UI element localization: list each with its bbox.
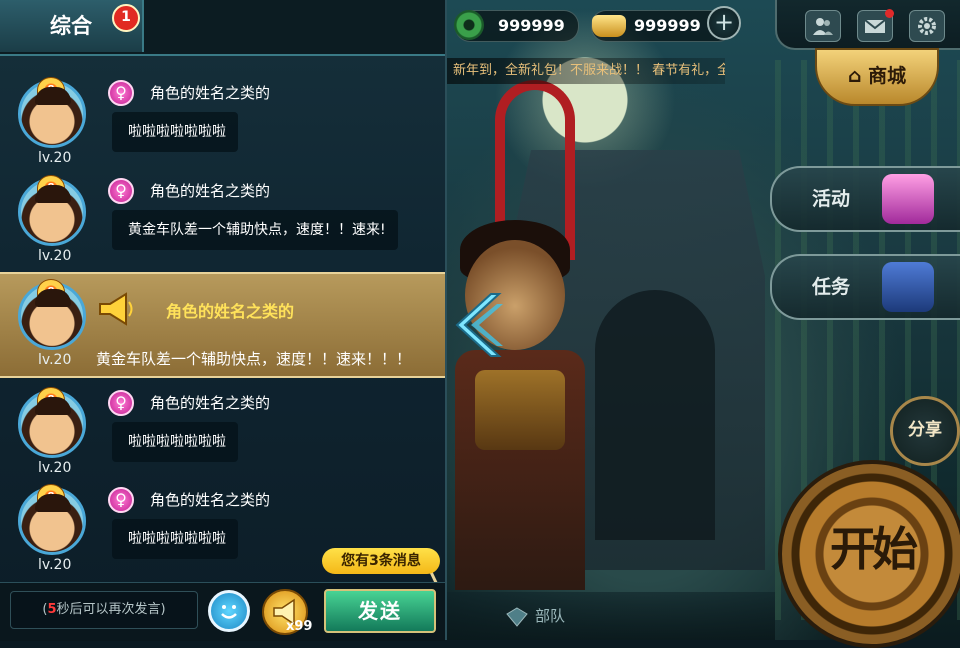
collapse-chat-arrow-icon[interactable] (455, 290, 505, 360)
female-icon: ♀ (108, 487, 134, 513)
broadcast-message: 8 lv.20 角色的姓名之类的 黄金车队差一个辅助快点，速度！！速来！！！ (0, 272, 445, 613)
player-name[interactable]: 角色的姓名之类的 (150, 82, 270, 103)
hero-armor (475, 370, 565, 450)
chat-message: 8 lv.20 ♀ 角色的姓名之类的 黄金车队差一个辅助快点，速度！！速来! (0, 175, 445, 268)
shop-label: 商城 (868, 65, 907, 87)
task-book-icon (882, 262, 934, 312)
chat-tab-bar: 综合 1 (0, 0, 445, 56)
vip-badge: 8 (37, 279, 65, 305)
gear-icon (918, 17, 936, 35)
friends-icon (813, 18, 833, 35)
jade-currency: 999999 (454, 10, 579, 42)
player-name[interactable]: 角色的姓名之类的 (166, 298, 294, 322)
message-bubble: 啦啦啦啦啦啦啦 (112, 422, 238, 462)
mail-icon (864, 19, 886, 33)
activity-button[interactable]: 活动 (770, 166, 960, 232)
player-level: lv.20 (38, 248, 72, 264)
bottom-nav: 部队 (445, 592, 775, 640)
avatar[interactable]: 8 (18, 387, 86, 458)
cooldown-seconds: 5 (47, 602, 57, 617)
player-name[interactable]: 角色的姓名之类的 (150, 489, 270, 510)
vip-badge: 8 (37, 484, 65, 510)
player-level: lv.20 (38, 460, 72, 476)
chat-input[interactable]: (5秒后可以再次发言) (10, 591, 198, 629)
megaphone-count: x99 (286, 619, 313, 634)
message-bubble: 黄金车队差一个辅助快点，速度！！速来! (112, 210, 398, 250)
message-bubble: 啦啦啦啦啦啦啦 (112, 519, 238, 559)
vip-badge: 8 (37, 77, 65, 103)
vip-badge: 8 (37, 387, 65, 413)
avatar[interactable]: 8 (18, 279, 86, 350)
resource-bar: 999999 999999 + (445, 0, 960, 50)
mail-notification-dot (885, 9, 894, 18)
broadcast-text: 黄金车队差一个辅助快点，速度！！速来！！！ (96, 350, 412, 368)
troop-button[interactable]: 部队 (505, 602, 565, 630)
gold-amount: 999999 (634, 16, 701, 35)
smiley-icon (221, 605, 237, 619)
avatar[interactable]: 8 (18, 175, 86, 246)
female-icon: ♀ (108, 178, 134, 204)
new-messages-button[interactable]: 您有3条消息 (322, 548, 440, 574)
top-right-toolbar (775, 0, 960, 50)
chat-message: 8 lv.20 ♀ 角色的姓名之类的 啦啦啦啦啦啦啦 (0, 77, 445, 170)
megaphone-icon (99, 292, 133, 326)
troop-icon (506, 607, 528, 627)
activity-label: 活动 (812, 188, 851, 210)
cooldown-text: 秒后可以再次发言 (56, 602, 161, 617)
female-icon: ♀ (108, 80, 134, 106)
announcement-text: 新年到，全新礼包！不服来战！！ 春节有礼，全新礼包！不服来战！！ (453, 63, 725, 78)
task-label: 任务 (812, 276, 851, 298)
shop-button[interactable]: ⌂ 商城 (815, 48, 939, 106)
player-level: lv.20 (38, 150, 72, 166)
jade-amount: 999999 (498, 16, 565, 35)
announcement-marquee: 新年到，全新礼包！不服来战！！ 春节有礼，全新礼包！不服来战！！ (445, 58, 725, 84)
start-battle-button[interactable]: 开始 (778, 460, 960, 648)
gift-box-icon (882, 174, 934, 224)
friends-button[interactable] (805, 10, 841, 42)
send-button[interactable]: 发送 (324, 589, 436, 633)
avatar[interactable]: 8 (18, 77, 86, 148)
shop-icon: ⌂ (847, 65, 862, 87)
unread-badge: 1 (112, 4, 140, 32)
chat-message: 8 lv.20 ♀ 角色的姓名之类的 啦啦啦啦啦啦啦 (0, 387, 445, 480)
chat-panel: 综合 1 8 lv.20 ♀ 角色的姓名之类的 啦啦啦啦啦啦啦 8 lv.20 … (0, 0, 447, 641)
tab-general-label: 综合 (50, 14, 92, 38)
share-button[interactable]: 分享 (890, 396, 960, 466)
share-label: 分享 (908, 420, 942, 440)
add-gold-button[interactable]: + (707, 6, 741, 40)
emoji-button[interactable] (208, 590, 250, 632)
player-name[interactable]: 角色的姓名之类的 (150, 180, 270, 201)
chat-input-bar: (5秒后可以再次发言) x99 发送 (0, 582, 445, 641)
mail-button[interactable] (857, 9, 894, 42)
jade-coin-icon (454, 10, 484, 40)
vip-badge: 8 (37, 175, 65, 201)
settings-button[interactable] (909, 10, 945, 42)
player-name[interactable]: 角色的姓名之类的 (150, 392, 270, 413)
message-bubble: 啦啦啦啦啦啦啦 (112, 112, 238, 152)
temple-door (595, 290, 715, 540)
player-level: lv.20 (38, 557, 72, 573)
female-icon: ♀ (108, 390, 134, 416)
gold-ingot-icon (592, 15, 626, 37)
task-button[interactable]: 任务 (770, 254, 960, 320)
avatar[interactable]: 8 (18, 484, 86, 555)
start-label: 开始 (830, 522, 918, 576)
